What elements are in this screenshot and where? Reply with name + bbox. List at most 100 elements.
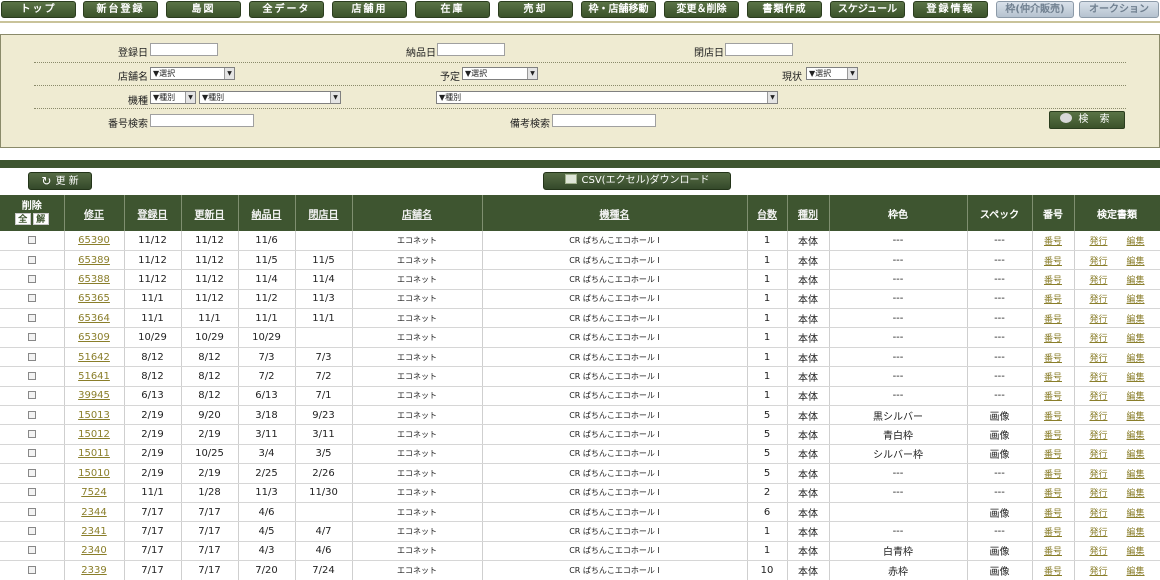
- issue-link[interactable]: 発行: [1089, 489, 1107, 499]
- header-store[interactable]: 店舗名: [352, 195, 483, 231]
- delete-checkbox[interactable]: [27, 235, 36, 244]
- number-link[interactable]: 番号: [1044, 354, 1062, 364]
- issue-link[interactable]: 発行: [1089, 450, 1107, 460]
- docs-edit-link[interactable]: 編集: [1127, 509, 1145, 519]
- docs-edit-link[interactable]: 編集: [1127, 528, 1145, 538]
- delete-checkbox[interactable]: [27, 507, 36, 516]
- docs-edit-link[interactable]: 編集: [1127, 392, 1145, 402]
- nav-store[interactable]: 店舗用: [332, 1, 407, 18]
- docs-edit-link[interactable]: 編集: [1127, 334, 1145, 344]
- docs-edit-link[interactable]: 編集: [1127, 257, 1145, 267]
- docs-edit-link[interactable]: 編集: [1127, 373, 1145, 383]
- delete-checkbox[interactable]: [27, 468, 36, 477]
- delivery-date-input[interactable]: [437, 43, 505, 56]
- number-link[interactable]: 番号: [1044, 450, 1062, 460]
- docs-edit-link[interactable]: 編集: [1127, 547, 1145, 557]
- header-updated[interactable]: 更新日: [181, 195, 239, 231]
- header-count[interactable]: 台数: [747, 195, 788, 231]
- edit-link[interactable]: 2340: [81, 545, 106, 556]
- nav-sale[interactable]: 売却: [498, 1, 573, 18]
- model-kind-select-2[interactable]: ▼種別 ▼: [199, 91, 341, 104]
- edit-link[interactable]: 39945: [78, 390, 110, 401]
- model-kind-select-3[interactable]: ▼種別 ▼: [436, 91, 778, 104]
- number-link[interactable]: 番号: [1044, 334, 1062, 344]
- number-link[interactable]: 番号: [1044, 528, 1062, 538]
- number-link[interactable]: 番号: [1044, 470, 1062, 480]
- docs-edit-link[interactable]: 編集: [1127, 315, 1145, 325]
- nav-island-map[interactable]: 島図: [166, 1, 241, 18]
- header-registered[interactable]: 登録日: [124, 195, 182, 231]
- delete-checkbox[interactable]: [27, 391, 36, 400]
- nav-schedule[interactable]: スケジュール: [830, 1, 905, 18]
- number-link[interactable]: 番号: [1044, 412, 1062, 422]
- edit-link[interactable]: 7524: [81, 487, 106, 498]
- docs-edit-link[interactable]: 編集: [1127, 354, 1145, 364]
- issue-link[interactable]: 発行: [1089, 470, 1107, 480]
- nav-change-delete[interactable]: 変更＆削除: [664, 1, 739, 18]
- docs-edit-link[interactable]: 編集: [1127, 412, 1145, 422]
- clear-all-button[interactable]: 解: [32, 212, 49, 225]
- issue-link[interactable]: 発行: [1089, 276, 1107, 286]
- docs-edit-link[interactable]: 編集: [1127, 276, 1145, 286]
- registered-date-input[interactable]: [150, 43, 218, 56]
- edit-link[interactable]: 15012: [78, 429, 110, 440]
- issue-link[interactable]: 発行: [1089, 509, 1107, 519]
- number-link[interactable]: 番号: [1044, 567, 1062, 577]
- delete-checkbox[interactable]: [27, 255, 36, 264]
- delete-checkbox[interactable]: [27, 546, 36, 555]
- number-link[interactable]: 番号: [1044, 489, 1062, 499]
- refresh-button[interactable]: ↻ 更 新: [28, 172, 92, 190]
- nav-frame-brokerage[interactable]: 枠(仲介販売): [996, 1, 1074, 18]
- nav-all-data[interactable]: 全データ: [249, 1, 324, 18]
- select-all-button[interactable]: 全: [14, 212, 31, 225]
- delete-checkbox[interactable]: [27, 488, 36, 497]
- issue-link[interactable]: 発行: [1089, 431, 1107, 441]
- issue-link[interactable]: 発行: [1089, 392, 1107, 402]
- delete-checkbox[interactable]: [27, 430, 36, 439]
- number-link[interactable]: 番号: [1044, 392, 1062, 402]
- delete-checkbox[interactable]: [27, 410, 36, 419]
- delete-checkbox[interactable]: [27, 313, 36, 322]
- model-kind-select-1[interactable]: ▼種別 ▼: [150, 91, 196, 104]
- edit-link[interactable]: 65309: [78, 332, 110, 343]
- edit-link[interactable]: 65390: [78, 235, 110, 246]
- edit-link[interactable]: 15010: [78, 468, 110, 479]
- edit-link[interactable]: 15011: [78, 448, 110, 459]
- csv-download-button[interactable]: CSV(エクセル)ダウンロード: [543, 172, 731, 190]
- delete-checkbox[interactable]: [27, 449, 36, 458]
- docs-edit-link[interactable]: 編集: [1127, 295, 1145, 305]
- edit-link[interactable]: 65388: [78, 274, 110, 285]
- edit-link[interactable]: 15013: [78, 410, 110, 421]
- header-model[interactable]: 機種名: [482, 195, 748, 231]
- nav-registration-info[interactable]: 登録情報: [913, 1, 988, 18]
- issue-link[interactable]: 発行: [1089, 528, 1107, 538]
- delete-checkbox[interactable]: [27, 294, 36, 303]
- issue-link[interactable]: 発行: [1089, 567, 1107, 577]
- store-select[interactable]: ▼選択 ▼: [150, 67, 235, 80]
- nav-top[interactable]: トップ: [1, 1, 76, 18]
- edit-link[interactable]: 2339: [81, 565, 106, 576]
- edit-link[interactable]: 2344: [81, 507, 106, 518]
- number-link[interactable]: 番号: [1044, 373, 1062, 383]
- number-link[interactable]: 番号: [1044, 315, 1062, 325]
- number-link[interactable]: 番号: [1044, 276, 1062, 286]
- delete-checkbox[interactable]: [27, 274, 36, 283]
- docs-edit-link[interactable]: 編集: [1127, 489, 1145, 499]
- delete-checkbox[interactable]: [27, 352, 36, 361]
- closing-date-input[interactable]: [725, 43, 793, 56]
- header-kind[interactable]: 種別: [787, 195, 830, 231]
- issue-link[interactable]: 発行: [1089, 354, 1107, 364]
- nav-stock[interactable]: 在庫: [415, 1, 490, 18]
- number-link[interactable]: 番号: [1044, 257, 1062, 267]
- nav-auction[interactable]: オークション: [1079, 1, 1159, 18]
- delete-checkbox[interactable]: [27, 527, 36, 536]
- edit-link[interactable]: 65364: [78, 313, 110, 324]
- note-search-input[interactable]: [552, 114, 656, 127]
- issue-link[interactable]: 発行: [1089, 295, 1107, 305]
- status-select[interactable]: ▼選択 ▼: [806, 67, 858, 80]
- nav-documents[interactable]: 書類作成: [747, 1, 822, 18]
- issue-link[interactable]: 発行: [1089, 412, 1107, 422]
- edit-link[interactable]: 65389: [78, 255, 110, 266]
- number-search-input[interactable]: [150, 114, 254, 127]
- plan-select[interactable]: ▼選択 ▼: [462, 67, 538, 80]
